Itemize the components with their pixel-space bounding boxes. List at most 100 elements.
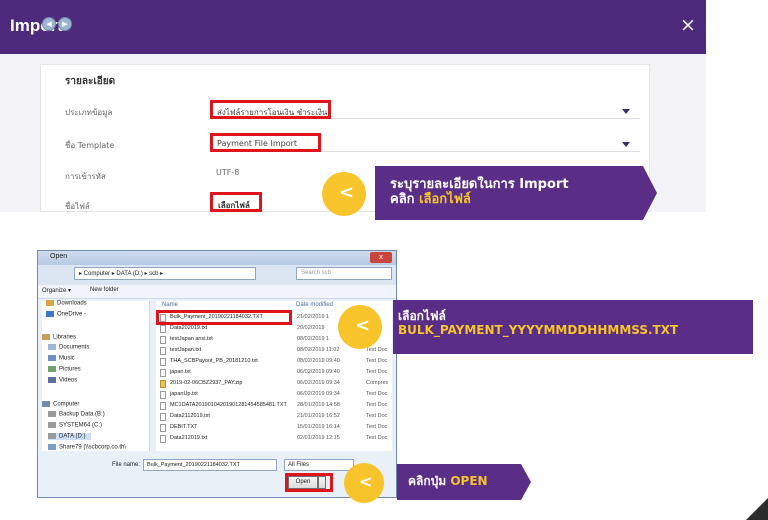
new-folder-button[interactable]: New folder xyxy=(90,287,119,293)
import-titlebar xyxy=(0,0,706,54)
file-type: Text Doc xyxy=(366,347,388,353)
dialog-title: Open xyxy=(50,253,68,260)
nav-item-computer[interactable]: Computer xyxy=(42,401,79,408)
file-row[interactable]: Data212019.txt 02/01/2019 12:15 Text Doc xyxy=(160,434,390,444)
file-icon xyxy=(160,336,166,344)
callout-2-line2: BULK_PAYMENT_YYYYMMDDHHMMSS.TXT xyxy=(398,323,678,338)
choose-file-highlight xyxy=(210,192,262,212)
file-type: Text Doc xyxy=(366,424,388,430)
file-icon xyxy=(160,325,166,333)
nav-item-system[interactable]: SYSTEM64 (C:) xyxy=(48,422,102,429)
nav-item-backup[interactable]: Backup Data (B:) xyxy=(48,411,105,418)
file-type: Text Doc xyxy=(366,402,388,408)
file-icon xyxy=(160,413,166,421)
file-type: Text Doc xyxy=(366,413,388,419)
nav-item-libraries[interactable]: Libraries xyxy=(42,334,76,341)
chevron-down-icon[interactable] xyxy=(622,109,630,114)
file-date: 20/02/2019 xyxy=(297,325,325,331)
file-date: 06/02/2019 09:34 xyxy=(297,391,340,397)
back-icon[interactable]: ◀ xyxy=(42,17,56,31)
file-row[interactable]: japan.txt 06/02/2019 09:40 Text Doc xyxy=(160,368,390,378)
drive-icon xyxy=(48,411,56,417)
nav-label: OneDrive - xyxy=(57,311,87,318)
data-type-label: ประเภทข้อมูล xyxy=(65,108,113,117)
file-name: DEBIT.TXT xyxy=(170,424,198,430)
address-bar[interactable]: ▸ Computer ▸ DATA (D:) ▸ scb ▸ xyxy=(74,267,256,280)
chevron-down-icon[interactable] xyxy=(622,142,630,147)
close-icon[interactable]: x xyxy=(370,252,392,263)
nav-label: SYSTEM64 (C:) xyxy=(59,422,103,429)
chevron-left-icon: < xyxy=(339,182,355,203)
file-name: testJapan ansi.txt xyxy=(170,336,213,342)
chevron-left-icon: < xyxy=(355,315,371,336)
folder-icon xyxy=(46,300,54,306)
file-type-select[interactable]: All Files xyxy=(284,459,354,471)
encoding-label: การเข้ารหัส xyxy=(65,172,106,181)
file-name-label: ชื่อไฟล์ xyxy=(65,202,90,211)
nav-label: Music xyxy=(59,355,75,362)
file-name-input[interactable]: Bulk_Payment_20190221184032.TXT xyxy=(143,459,277,471)
nav-item-downloads[interactable]: Downloads xyxy=(46,300,87,307)
nav-label: DATA (D:) xyxy=(59,433,86,440)
callout-tip xyxy=(643,166,657,220)
column-date[interactable]: Date modified xyxy=(296,302,333,308)
music-icon xyxy=(48,355,56,361)
open-button-highlight xyxy=(285,473,333,492)
callout-tip xyxy=(521,464,531,500)
file-icon xyxy=(160,402,166,410)
callout-2-text: เลือกไฟล์ BULK_PAYMENT_YYYYMMDDHHMMSS.TX… xyxy=(398,309,678,338)
card-title: รายละเอียด xyxy=(65,76,116,87)
file-name: 2019-02-06CBZ2937_PAY.zip xyxy=(170,380,243,386)
file-type: Text Doc xyxy=(366,358,388,364)
nav-item-music[interactable]: Music xyxy=(48,355,75,362)
callout-1-highlight: เลือกไฟล์ xyxy=(419,191,471,207)
file-date: 21/02/2019 1 xyxy=(297,314,330,320)
file-row[interactable]: 2019-02-06CBZ2937_PAY.zip 06/02/2019 09:3… xyxy=(160,379,390,389)
nav-label: Documents xyxy=(59,344,90,351)
file-date: 21/01/2019 16:52 xyxy=(297,413,340,419)
file-name: THA_SCBPayout_PB_20181210.txt xyxy=(170,358,258,364)
file-name: Data2112019.txt xyxy=(170,413,210,419)
nav-item-pictures[interactable]: Pictures xyxy=(48,366,81,373)
library-icon xyxy=(42,334,50,340)
nav-item-share[interactable]: Share79 (\\scbcorp.co.th\ xyxy=(48,444,126,451)
callout-1-text: ระบุรายละเอียดในการ Import คลิก เลือกไฟล… xyxy=(390,177,569,208)
nav-item-documents[interactable]: Documents xyxy=(48,344,89,351)
close-icon[interactable]: × xyxy=(680,14,696,36)
corner-decoration xyxy=(746,498,768,520)
nav-label: Videos xyxy=(59,377,78,384)
nav-item-videos[interactable]: Videos xyxy=(48,377,77,384)
column-name[interactable]: Name xyxy=(162,302,178,308)
document-icon xyxy=(48,344,56,350)
nav-label: Libraries xyxy=(53,334,77,341)
computer-icon xyxy=(42,401,50,407)
nav-label: Backup Data (B:) xyxy=(59,411,105,418)
cloud-icon xyxy=(46,311,54,317)
file-row[interactable]: THA_SCBPayout_PB_20181210.txt 08/02/2019 … xyxy=(160,357,390,367)
search-input[interactable]: Search scb xyxy=(296,267,392,280)
file-icon xyxy=(160,347,166,355)
file-row[interactable]: Data2112019.txt 21/01/2019 16:52 Text Doc xyxy=(160,412,390,422)
file-date: 08/02/2019 09:40 xyxy=(297,358,340,364)
file-row[interactable]: DEBIT.TXT 15/01/2019 16:14 Text Doc xyxy=(160,423,390,433)
file-icon xyxy=(160,358,166,366)
file-row[interactable]: MC1DATA20190104201901281454585481.TXT 28/… xyxy=(160,401,390,411)
file-name: testJapan.txt xyxy=(170,347,202,353)
file-name: japanUp.txt xyxy=(170,391,198,397)
organize-button[interactable]: Organize ▾ xyxy=(42,287,71,294)
file-row[interactable]: japanUp.txt 06/02/2019 09:34 Text Doc xyxy=(160,390,390,400)
file-type: Text Doc xyxy=(366,369,388,375)
nav-label: Downloads xyxy=(57,300,87,307)
callout-1-prefix: คลิก xyxy=(390,191,420,207)
nav-item-onedrive[interactable]: OneDrive - xyxy=(46,311,86,318)
data-type-highlight xyxy=(210,100,331,119)
nav-label: Share79 (\\scbcorp.co.th\ xyxy=(59,444,127,451)
drive-icon xyxy=(48,422,56,428)
file-name: Data212019.txt xyxy=(170,435,208,441)
page: Import × รายละเอียด ประเภทข้อมูล ส่งไฟล์… xyxy=(0,0,768,520)
forward-icon[interactable]: ▶ xyxy=(58,17,72,31)
file-name-label: File name: xyxy=(112,462,141,468)
file-date: 08/02/2019 1 xyxy=(297,336,330,342)
nav-item-data[interactable]: DATA (D:) xyxy=(48,433,92,440)
file-icon xyxy=(160,369,166,377)
